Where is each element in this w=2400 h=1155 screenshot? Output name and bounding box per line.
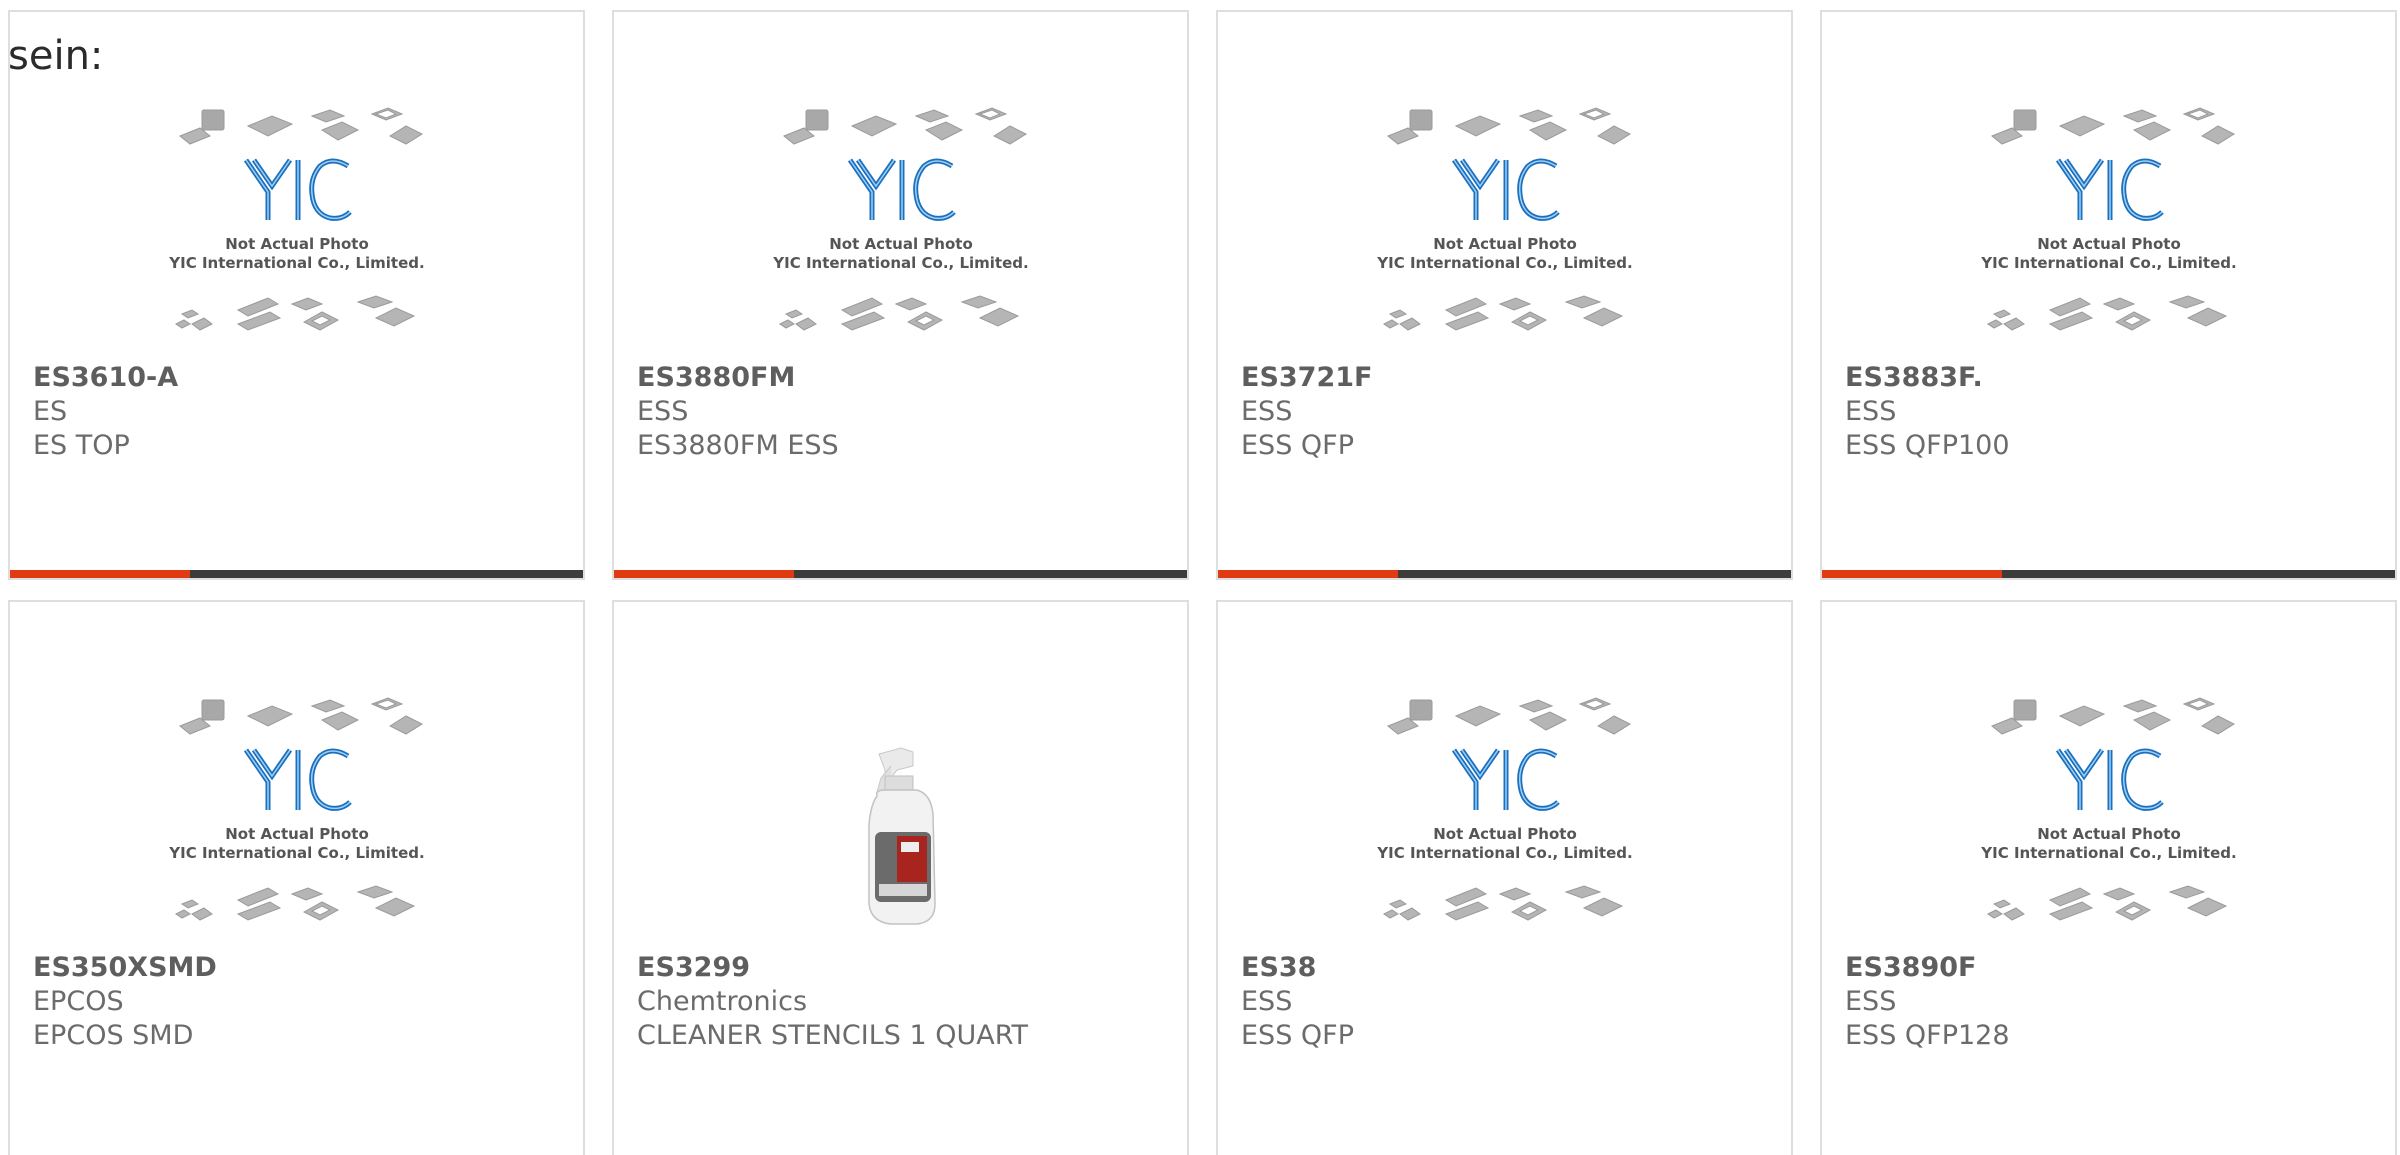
product-info: ES3890F ESS ESS QFP128 (1845, 951, 2010, 1053)
product-info: ES38 ESS ESS QFP (1241, 951, 1354, 1053)
product-grid-page: sein: Not Actual Photo YIC International… (0, 0, 2400, 1155)
yic-logo-icon (243, 748, 352, 811)
not-actual-photo-label: Not Actual Photo (225, 235, 369, 253)
yic-company-label: YIC International Co., Limited. (1980, 254, 2236, 272)
not-actual-photo-image: Not Actual Photo YIC International Co., … (168, 107, 424, 331)
not-actual-photo-image: Not Actual Photo YIC International Co., … (772, 107, 1028, 331)
product-photo[interactable]: Not Actual Photo YIC International Co., … (1822, 692, 2395, 942)
product-part-number[interactable]: ES3890F (1845, 951, 2010, 985)
card-footer-accent (614, 570, 795, 578)
yic-company-label: YIC International Co., Limited. (168, 254, 424, 272)
product-card[interactable]: Not Actual Photo YIC International Co., … (1820, 10, 2397, 580)
not-actual-photo-label: Not Actual Photo (2037, 825, 2181, 843)
not-actual-photo-label: Not Actual Photo (225, 825, 369, 843)
product-card[interactable]: Not Actual Photo YIC International Co., … (8, 10, 585, 580)
product-manufacturer: ESS (1845, 986, 1897, 1017)
not-actual-photo-image: Not Actual Photo YIC International Co., … (168, 697, 424, 921)
card-footer-bar (1822, 570, 2395, 578)
card-footer-bar (614, 570, 1187, 578)
yic-logo-icon (1451, 158, 1560, 221)
yic-company-label: YIC International Co., Limited. (772, 254, 1028, 272)
product-info: ES350XSMD EPCOS EPCOS SMD (33, 951, 217, 1053)
product-part-number[interactable]: ES3610-A (33, 361, 178, 395)
product-info: ES3610-A ES ES TOP (33, 361, 178, 463)
product-grid: Not Actual Photo YIC International Co., … (0, 0, 2400, 1155)
product-part-number[interactable]: ES3721F (1241, 361, 1372, 395)
not-actual-photo-image: Not Actual Photo YIC International Co., … (1980, 697, 2236, 921)
product-manufacturer: Chemtronics (637, 986, 808, 1017)
product-description: ESS QFP128 (1845, 1020, 2010, 1051)
product-manufacturer: ESS (1241, 396, 1293, 427)
product-info: ES3883F. ESS ESS QFP100 (1845, 361, 2010, 463)
not-actual-photo-label: Not Actual Photo (829, 235, 973, 253)
product-info: ES3880FM ESS ES3880FM ESS (637, 361, 839, 463)
product-description: ESS QFP (1241, 1020, 1354, 1051)
product-manufacturer: EPCOS (33, 986, 124, 1017)
product-card[interactable]: Not Actual Photo YIC International Co., … (612, 10, 1189, 580)
product-photo[interactable]: Not Actual Photo YIC International Co., … (614, 102, 1187, 352)
yic-logo-icon (1451, 748, 1560, 811)
product-photo[interactable]: Not Actual Photo YIC International Co., … (10, 102, 583, 352)
product-card[interactable]: Not Actual Photo YIC International Co., … (1820, 600, 2397, 1155)
product-card[interactable]: Not Actual Photo YIC International Co., … (1216, 10, 1793, 580)
yic-logo-icon (2055, 158, 2164, 221)
yic-company-label: YIC International Co., Limited. (1376, 254, 1632, 272)
product-description: ESS QFP (1241, 430, 1354, 461)
card-footer-accent (1218, 570, 1399, 578)
product-part-number[interactable]: ES350XSMD (33, 951, 217, 985)
yic-company-label: YIC International Co., Limited. (1980, 844, 2236, 862)
product-card[interactable]: Not Actual Photo YIC International Co., … (1216, 600, 1793, 1155)
card-footer-accent (1822, 570, 2003, 578)
not-actual-photo-image: Not Actual Photo YIC International Co., … (1376, 697, 1632, 921)
product-manufacturer: ESS (1241, 986, 1293, 1017)
product-photo[interactable]: Not Actual Photo YIC International Co., … (1218, 692, 1791, 942)
product-part-number[interactable]: ES3299 (637, 951, 1028, 985)
product-part-number[interactable]: ES3880FM (637, 361, 839, 395)
product-manufacturer: ESS (637, 396, 689, 427)
product-card[interactable]: Not Actual Photo YIC International Co., … (8, 600, 585, 1155)
intro-text: sein: (8, 33, 104, 79)
yic-company-label: YIC International Co., Limited. (168, 844, 424, 862)
not-actual-photo-label: Not Actual Photo (1433, 235, 1577, 253)
product-photo[interactable]: Not Actual Photo YIC International Co., … (1218, 102, 1791, 352)
spray-bottle-image (867, 747, 936, 925)
product-photo[interactable] (614, 692, 1187, 942)
product-photo[interactable]: Not Actual Photo YIC International Co., … (10, 692, 583, 942)
product-description: ES TOP (33, 430, 130, 461)
product-manufacturer: ES (33, 396, 68, 427)
not-actual-photo-image: Not Actual Photo YIC International Co., … (1980, 107, 2236, 331)
card-footer-bar (1218, 570, 1791, 578)
product-description: EPCOS SMD (33, 1020, 194, 1051)
not-actual-photo-image: Not Actual Photo YIC International Co., … (1376, 107, 1632, 331)
product-info: ES3721F ESS ESS QFP (1241, 361, 1372, 463)
product-description: ES3880FM ESS (637, 430, 839, 461)
not-actual-photo-label: Not Actual Photo (1433, 825, 1577, 843)
not-actual-photo-label: Not Actual Photo (2037, 235, 2181, 253)
card-footer-accent (10, 570, 191, 578)
product-part-number[interactable]: ES38 (1241, 951, 1354, 985)
yic-logo-icon (847, 158, 956, 221)
product-info: ES3299 Chemtronics CLEANER STENCILS 1 QUAR… (637, 951, 1028, 1053)
product-part-number[interactable]: ES3883F. (1845, 361, 2010, 395)
yic-company-label: YIC International Co., Limited. (1376, 844, 1632, 862)
yic-logo-icon (243, 158, 352, 221)
product-description: CLEANER STENCILS 1 QUART (637, 1020, 1029, 1051)
product-card[interactable]: ES3299 Chemtronics CLEANER STENCILS 1 QUAR… (612, 600, 1189, 1155)
product-description: ESS QFP100 (1845, 430, 2010, 461)
product-manufacturer: ESS (1845, 396, 1897, 427)
product-photo[interactable]: Not Actual Photo YIC International Co., … (1822, 102, 2395, 352)
yic-logo-icon (2055, 748, 2164, 811)
card-footer-bar (10, 570, 583, 578)
